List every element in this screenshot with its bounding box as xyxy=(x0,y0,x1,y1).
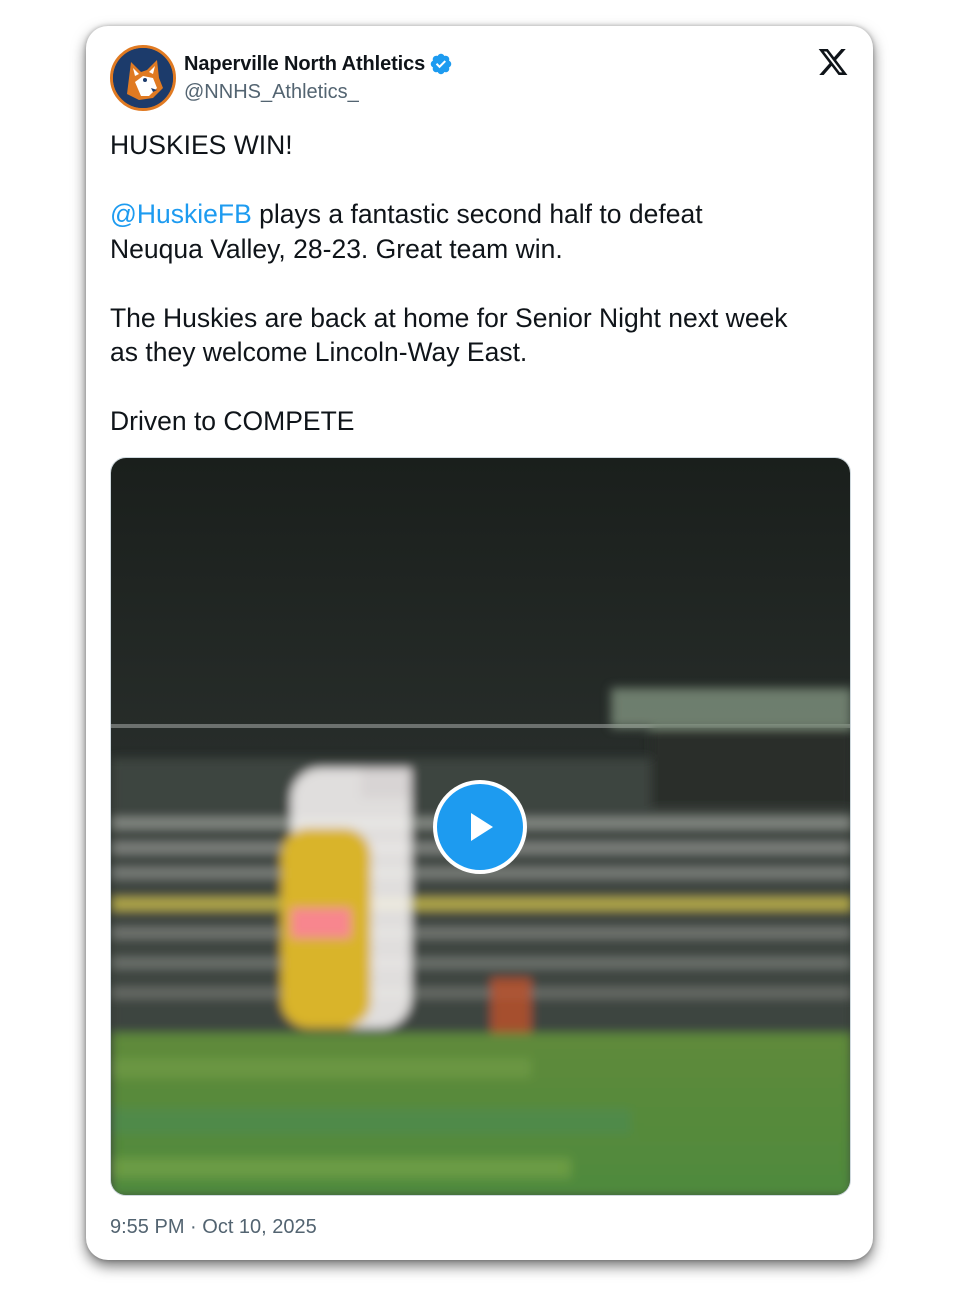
tweet-paragraph-2-text-a: plays a fantastic second half to defeat xyxy=(251,199,703,229)
tweet-text: HUSKIES WIN! @HuskieFB plays a fantastic… xyxy=(110,128,850,439)
tweet-paragraph-3-line-a: The Huskies are back at home for Senior … xyxy=(110,302,788,333)
tweet-paragraph-2-text-b: Neuqua Valley, 28-23. Great team win. xyxy=(110,233,563,264)
verified-badge-icon xyxy=(430,53,452,75)
play-button[interactable] xyxy=(433,780,527,874)
tweet-card: Naperville North Athletics @NNHS_Athleti… xyxy=(86,26,873,1260)
avatar[interactable] xyxy=(110,45,176,111)
author-handle[interactable]: @NNHS_Athletics_ xyxy=(184,81,359,104)
husky-logo-icon xyxy=(113,48,173,108)
video-player[interactable] xyxy=(110,457,851,1196)
author-name-row[interactable]: Naperville North Athletics xyxy=(184,50,453,78)
author-display-name[interactable]: Naperville North Athletics xyxy=(184,53,425,76)
x-logo-icon[interactable] xyxy=(817,46,849,78)
tweet-paragraph-2: @HuskieFB plays a fantastic second half … xyxy=(110,197,850,232)
tweet-timestamp[interactable]: 9:55 PM · Oct 10, 2025 xyxy=(110,1216,317,1239)
tweet-headline: HUSKIES WIN! xyxy=(110,130,293,160)
tweet-paragraph-3-line-b: as they welcome Lincoln-Way East. xyxy=(110,337,528,367)
tweet-paragraph-4: Driven to COMPETE xyxy=(110,406,355,436)
mention-link[interactable]: @HuskieFB xyxy=(110,199,252,229)
play-icon xyxy=(471,813,493,841)
